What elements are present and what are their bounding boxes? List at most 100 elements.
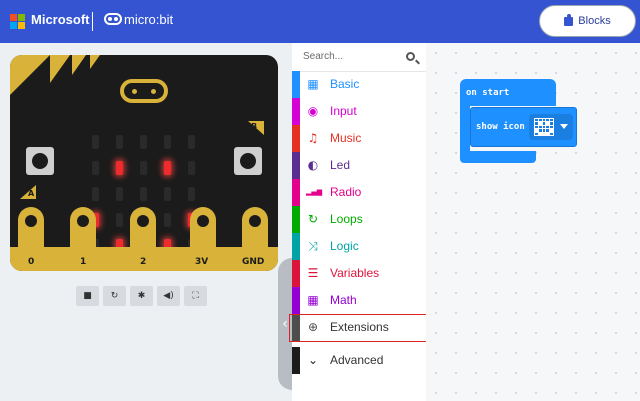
category-color-bar [292, 233, 300, 260]
category-label: Logic [330, 239, 359, 253]
icon-pixel [538, 129, 542, 132]
toggle-icon: ◐ [307, 158, 319, 172]
signal-icon: ▂▄▆ [306, 188, 323, 196]
debug-icon[interactable]: ✱ [130, 286, 153, 306]
pin-0-pad[interactable] [18, 207, 44, 257]
mute-icon[interactable]: ◀) [157, 286, 180, 306]
pin-1-pad[interactable] [70, 207, 96, 257]
blocks-button[interactable]: Blocks [539, 5, 636, 37]
category-label: Radio [330, 185, 362, 199]
category-math[interactable]: ▦ Math [292, 287, 426, 314]
list-icon: ☰ [307, 266, 319, 280]
category-label: Loops [330, 212, 363, 226]
grid-icon: ▦ [307, 77, 319, 91]
on-start-label: on start [466, 88, 510, 98]
chevron-down-icon: ⌄ [307, 353, 319, 367]
category-input[interactable]: ◉ Input [292, 98, 426, 125]
category-led[interactable]: ◐ Led [292, 152, 426, 179]
pin-label: 2 [140, 257, 147, 267]
shuffle-icon: ⤨ [308, 239, 318, 253]
led [92, 161, 99, 175]
category-basic[interactable]: ▦ Basic [292, 71, 426, 98]
button-a-label: A [28, 189, 35, 198]
pin-2-pad[interactable] [130, 207, 156, 257]
led [92, 135, 99, 149]
category-music[interactable]: ♫ Music [292, 125, 426, 152]
icon-pixel [550, 129, 553, 132]
restart-icon[interactable]: ↻ [103, 286, 126, 306]
icon-pixel [546, 129, 550, 132]
category-logic[interactable]: ⤨ Logic [292, 233, 426, 260]
stop-icon[interactable]: ■ [76, 286, 99, 306]
show-icon-block[interactable]: show icon [470, 107, 577, 147]
category-loops[interactable]: ↻ Loops [292, 206, 426, 233]
icon-pixel [550, 132, 553, 135]
category-label: Basic [330, 77, 360, 91]
puzzle-icon [564, 13, 574, 26]
icon-pixel [546, 125, 550, 129]
icon-dropdown[interactable] [529, 114, 573, 140]
search-icon[interactable] [406, 52, 415, 61]
search-input[interactable]: Search... [303, 51, 343, 62]
toolbox: Search... ▦ Basic ◉ Input ♫ Music ◐ Led ▂▄▆ Radio… [292, 43, 426, 401]
category-label: Advanced [330, 353, 384, 367]
category-label: Math [330, 293, 357, 307]
pin-label: 0 [28, 257, 35, 267]
icon-pixel [542, 132, 546, 135]
category-color-bar [292, 260, 300, 287]
icon-pixel [535, 125, 538, 129]
board-corner-decoration [10, 55, 50, 95]
on-start-header: on start [460, 79, 556, 106]
led [188, 161, 195, 175]
led [164, 213, 171, 227]
category-label: Input [330, 104, 357, 118]
category-radio[interactable]: ▂▄▆ Radio [292, 179, 426, 206]
target-icon: ◉ [307, 104, 319, 118]
calculator-icon: ▦ [307, 293, 319, 307]
led [188, 187, 195, 201]
board-corner-decoration [72, 55, 86, 75]
icon-pixel [538, 122, 542, 125]
category-variables[interactable]: ☰ Variables [292, 260, 426, 287]
pin-label: 1 [80, 257, 87, 267]
icon-pixel [535, 132, 538, 135]
led [116, 187, 123, 201]
button-b[interactable] [234, 147, 262, 175]
button-a[interactable] [26, 147, 54, 175]
show-icon-label: show icon [476, 122, 525, 132]
category-color-bar [292, 179, 300, 206]
microbit-board[interactable]: A B 0 1 2 3V GND [10, 55, 278, 271]
icon-pixel [550, 122, 553, 125]
icon-pixel [542, 129, 546, 132]
microbit-board-logo [120, 79, 168, 103]
extensions-highlight [289, 314, 432, 342]
icon-pixel [535, 122, 538, 125]
pin-3v-pad[interactable] [190, 207, 216, 257]
led [140, 135, 147, 149]
on-start-footer [460, 151, 536, 163]
icon-pixel [546, 132, 550, 135]
refresh-icon: ↻ [307, 212, 319, 226]
search-box[interactable]: Search... [292, 43, 426, 72]
icon-pixel [546, 119, 550, 122]
top-bar: Microsoft micro:bit Blocks [0, 0, 640, 43]
icon-pixel [535, 129, 538, 132]
category-color-bar [292, 206, 300, 233]
brand-label: Microsoft [31, 12, 90, 27]
led [116, 213, 123, 227]
icon-pixel [550, 119, 553, 122]
pin-gnd-pad[interactable] [242, 207, 268, 257]
icon-pixel [542, 125, 546, 129]
led [188, 135, 195, 149]
category-color-bar [292, 347, 300, 374]
category-advanced[interactable]: ⌄ Advanced [292, 347, 426, 374]
caret-down-icon [560, 124, 568, 129]
pin-label: GND [242, 257, 265, 267]
category-color-bar [292, 71, 300, 98]
product-label: micro:bit [124, 12, 174, 27]
category-label: Led [330, 158, 351, 172]
led [92, 187, 99, 201]
fullscreen-icon[interactable]: ⛶ [184, 286, 207, 306]
icon-preview [534, 118, 554, 136]
chevron-left-icon: ‹ [282, 316, 288, 332]
